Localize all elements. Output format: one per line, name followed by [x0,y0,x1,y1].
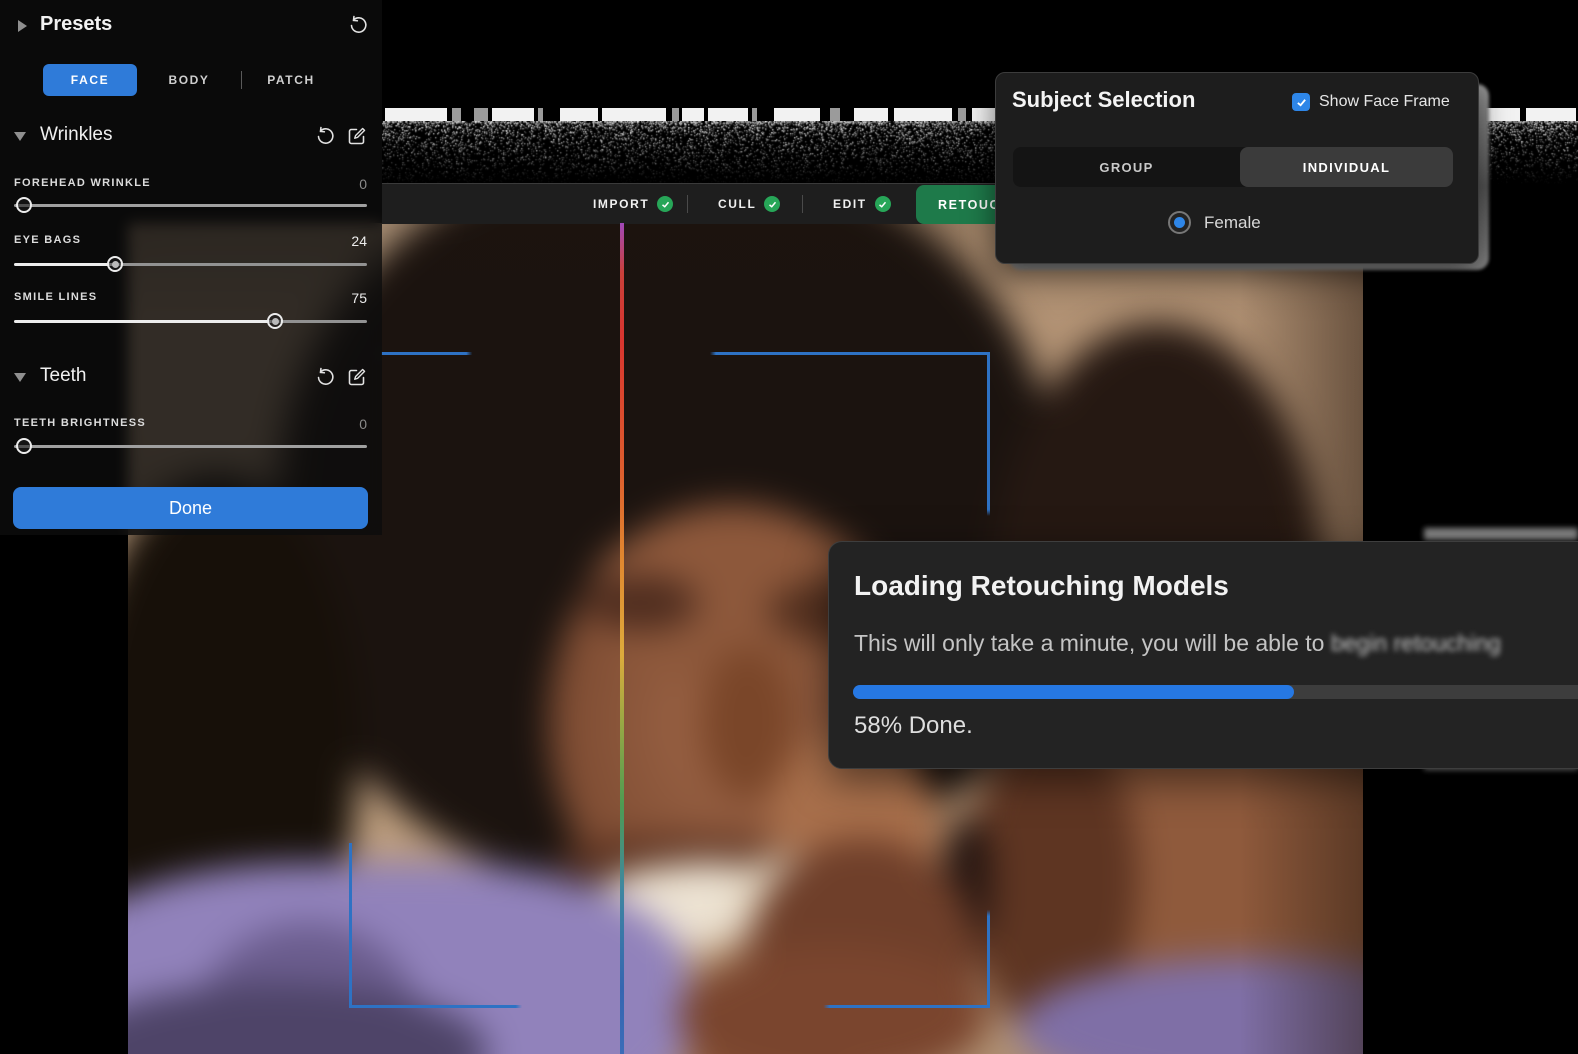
teeth-brightness-value: 0 [359,416,367,432]
eye-bags-slider[interactable] [14,263,367,266]
wrinkles-section-title: Wrinkles [40,124,113,146]
thumbnail-bar [385,108,447,121]
thumbnail-bar [672,108,679,121]
subject-mode-segmented-control: GROUP INDIVIDUAL [1013,147,1453,187]
presets-title: Presets [40,13,112,36]
wrinkles-collapse-caret-icon[interactable] [14,132,26,141]
presets-reset-icon[interactable] [348,15,369,36]
teeth-brightness-label: TEETH BRIGHTNESS [14,417,146,429]
thumbnail-bar [474,108,488,121]
presets-collapse-caret-icon[interactable] [18,20,27,32]
face-frame-bottom [349,1005,990,1008]
thumbnail-bar [708,108,748,121]
thumbnail-bar [602,108,666,121]
loading-dialog-message: This will only take a minute, you will b… [854,630,1501,657]
tab-body[interactable]: BODY [156,64,222,96]
teeth-collapse-caret-icon[interactable] [14,373,26,382]
presets-panel: Presets FACE BODY PATCH Wrinkles FOREHEA… [0,0,382,535]
wrinkles-reset-icon[interactable] [315,126,336,147]
split-divider-line[interactable] [620,223,624,1054]
thumbnail-bar [1486,108,1520,121]
thumbnail-bar [682,108,704,121]
thumbnail-bar [1526,108,1576,121]
step-edit[interactable]: EDIT [833,184,891,224]
cull-complete-check-icon [764,196,780,212]
face-frame-top [381,352,990,355]
step-cull-label: CULL [718,197,756,211]
thumbnail-bar [830,108,840,121]
thumbnail-bar [538,108,543,121]
teeth-edit-icon[interactable] [346,367,367,388]
dialog-blur-streak-top [1424,528,1578,540]
show-face-frame-label: Show Face Frame [1319,93,1450,111]
thumbnail-bar [560,108,598,121]
subject-selection-panel: Subject Selection Show Face Frame GROUP … [995,72,1479,264]
thumbnail-bar [452,108,461,121]
forehead-wrinkle-label: FOREHEAD WRINKLE [14,177,151,189]
loading-dialog-title: Loading Retouching Models [854,570,1229,602]
tab-patch[interactable]: PATCH [258,64,324,96]
thumbnail-bar [774,108,820,121]
tab-face[interactable]: FACE [43,64,137,96]
show-face-frame-checkbox[interactable] [1292,93,1310,111]
smile-lines-slider[interactable] [14,320,367,323]
eye-bags-label: EYE BAGS [14,234,81,246]
loading-progress-status: 58% Done. [854,712,973,740]
smile-lines-label: SMILE LINES [14,291,97,303]
done-button[interactable]: Done [13,487,368,529]
teeth-reset-icon[interactable] [315,367,336,388]
import-complete-check-icon [657,196,673,212]
forehead-wrinkle-slider[interactable] [14,204,367,207]
face-frame-left [349,843,352,1008]
female-radio[interactable] [1168,211,1191,234]
step-edit-label: EDIT [833,197,867,211]
thumbnail-bar [854,108,888,121]
app-window: IMPORT CULL EDIT RETOUCH Presets [0,0,1578,1054]
thumbnail-bar [894,108,952,121]
thumbnail-bar [958,108,966,121]
step-import[interactable]: IMPORT [593,184,673,224]
tab-group[interactable]: GROUP [1013,147,1240,187]
loading-progress-bar [853,685,1578,699]
teeth-brightness-slider[interactable] [14,445,367,448]
loading-dialog-message-blurred: begin retouching [1331,630,1501,656]
loading-progress-fill [853,685,1294,699]
edit-complete-check-icon [875,196,891,212]
thumbnail-bar [492,108,534,121]
subject-selection-title: Subject Selection [1012,87,1195,113]
wrinkles-edit-icon[interactable] [346,126,367,147]
tab-individual[interactable]: INDIVIDUAL [1240,147,1453,187]
step-import-label: IMPORT [593,197,649,211]
step-cull[interactable]: CULL [718,184,780,224]
smile-lines-value: 75 [351,290,367,306]
teeth-section-title: Teeth [40,365,86,387]
loading-dialog: Loading Retouching Models This will only… [828,541,1578,769]
forehead-wrinkle-value: 0 [359,176,367,192]
female-radio-label: Female [1204,213,1261,233]
eye-bags-value: 24 [351,233,367,249]
thumbnail-bar [752,108,757,121]
